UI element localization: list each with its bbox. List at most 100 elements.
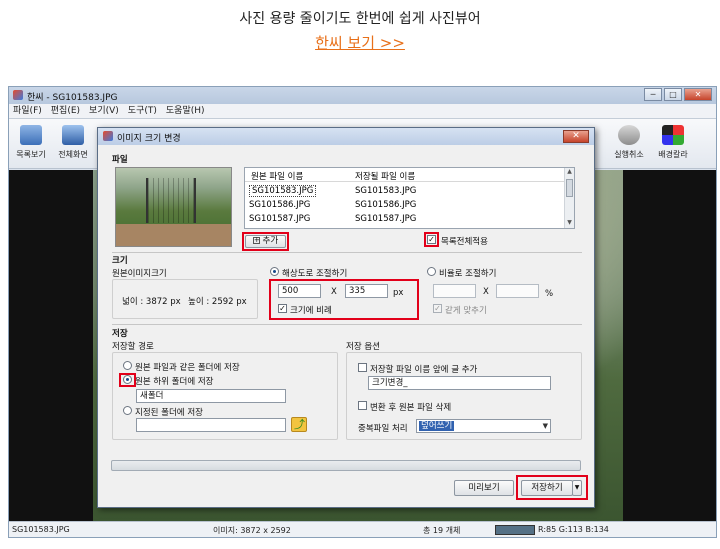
tool-list-view[interactable]: 목록보기 [11, 125, 51, 160]
menu-tools[interactable]: 도구(T) [128, 104, 157, 118]
window-controls: ─ □ ✕ [644, 88, 712, 101]
batting-cage [146, 178, 196, 223]
color-swatch [495, 525, 535, 535]
folder-browse-icon[interactable] [291, 416, 307, 432]
list-item[interactable]: SG101587.JPG SG101587.JPG [245, 213, 565, 226]
promo-link[interactable]: 한씨 보기 >> [0, 32, 720, 53]
dialog-close-button[interactable]: ✕ [563, 130, 589, 143]
tool-fullscreen-label: 전체화면 [58, 150, 88, 159]
app-title: 한씨 - SG101583.JPG [27, 93, 118, 103]
ratio-width-input[interactable] [433, 284, 476, 298]
keep-ratio-checkbox[interactable]: ✓ [278, 304, 287, 313]
file-list-scrollbar[interactable]: ▲ ▼ [564, 168, 574, 228]
list-item[interactable]: SG101586.JPG SG101586.JPG [245, 199, 565, 212]
tool-bg-color[interactable]: 배경칼라 [653, 125, 693, 160]
same-fit-label: 같게 맞추기 [445, 306, 487, 316]
scroll-thumb[interactable] [566, 179, 573, 197]
original-size-label: 원본이미지크기 [112, 269, 167, 279]
apply-all-checkbox[interactable]: ✓ [427, 235, 436, 244]
undo-icon [618, 125, 640, 145]
divider [112, 252, 582, 253]
close-button[interactable]: ✕ [684, 88, 712, 101]
px-unit: px [393, 288, 404, 298]
menu-edit[interactable]: 편집(E) [51, 104, 80, 118]
scroll-up-icon[interactable]: ▲ [565, 168, 574, 175]
add-button[interactable]: + 추가 [245, 235, 286, 248]
tool-bg-color-label: 배경칼라 [658, 150, 688, 159]
file-original: SG101587.JPG [249, 214, 311, 224]
height-input[interactable]: 335 [345, 284, 388, 298]
promo-title: 사진 용량 줄이기도 한번에 쉽게 사진뷰어 [239, 11, 481, 27]
bg-color-icon [662, 125, 684, 145]
tool-undo[interactable]: 실행취소 [609, 125, 649, 160]
file-saved: SG101587.JPG [355, 214, 417, 224]
by-ratio-label: 비율로 조절하기 [439, 269, 497, 279]
save-options-label: 저장 옵션 [346, 342, 380, 352]
resolution-x-sep: X [331, 287, 337, 297]
minimize-button[interactable]: ─ [644, 88, 662, 101]
prefix-checkbox[interactable] [358, 363, 367, 372]
status-filename: SG101583.JPG [12, 525, 70, 534]
file-list[interactable]: 원본 파일 이름 저장될 파일 이름 SG101583.JPG SG101583… [244, 167, 575, 229]
dialog-title: 이미지 크기 변경 [117, 134, 181, 144]
status-count: 총 19 개체 [423, 526, 461, 535]
col-saved[interactable]: 저장될 파일 이름 [355, 170, 415, 182]
save-section-title: 저장 [112, 329, 128, 339]
percent-unit: % [545, 289, 554, 299]
specified-folder-radio[interactable] [123, 406, 132, 415]
file-list-header: 원본 파일 이름 저장될 파일 이름 [245, 168, 565, 182]
scroll-down-icon[interactable]: ▼ [565, 219, 574, 226]
status-rgb: R:85 G:113 B:134 [538, 525, 609, 534]
width-input[interactable]: 500 [278, 284, 321, 298]
file-saved: SG101586.JPG [355, 200, 417, 210]
tool-list-view-label: 목록보기 [16, 150, 46, 159]
status-image-size: 이미지: 3872 x 2592 [213, 526, 291, 535]
apply-all-label: 목록전체적용 [441, 237, 488, 247]
chevron-down-icon: ▼ [542, 422, 548, 430]
tool-undo-label: 실행취소 [614, 150, 644, 159]
progress-bar [111, 460, 581, 471]
list-item[interactable]: SG101583.JPG SG101583.JPG [245, 185, 565, 198]
save-dropdown-button[interactable]: ▼ [572, 480, 582, 496]
col-original[interactable]: 원본 파일 이름 [251, 170, 303, 182]
duplicate-select[interactable]: 덮어쓰기 ▼ [416, 419, 551, 433]
by-resolution-label: 해상도로 조절하기 [282, 269, 348, 279]
by-resolution-radio[interactable] [270, 267, 279, 276]
save-path-label: 저장할 경로 [112, 342, 154, 352]
keep-ratio-label: 크기에 비례 [290, 306, 332, 316]
original-width: 넓이 : 3872 px [122, 297, 181, 307]
same-folder-radio[interactable] [123, 361, 132, 370]
dialog-app-icon [103, 131, 113, 141]
delete-original-label: 변환 후 원본 파일 삭제 [370, 403, 452, 413]
menu-file[interactable]: 파일(F) [13, 104, 42, 118]
plus-icon: + [252, 236, 260, 244]
menubar: 파일(F) 편집(E) 보기(V) 도구(T) 도움말(H) [9, 104, 716, 119]
preview-thumbnail [115, 167, 232, 247]
specified-folder-label: 지정된 폴더에 저장 [135, 408, 203, 418]
divider [112, 324, 582, 325]
file-original: SG101583.JPG [249, 185, 317, 197]
sub-folder-radio[interactable] [123, 375, 132, 384]
same-fit-checkbox[interactable]: ✓ [433, 304, 442, 313]
duplicate-label: 중복파일 처리 [358, 424, 408, 434]
specified-folder-input[interactable] [136, 418, 286, 432]
add-button-label: 추가 [262, 236, 279, 246]
prefix-input[interactable]: 크기변경_ [368, 376, 551, 390]
by-ratio-radio[interactable] [427, 267, 436, 276]
resize-dialog: 이미지 크기 변경 ✕ 파일 원본 파일 이름 저장될 파일 이름 SG1015… [97, 127, 595, 508]
ratio-height-input[interactable] [496, 284, 539, 298]
save-button[interactable]: 저장하기 [521, 480, 573, 496]
same-folder-label: 원본 파일과 같은 폴더에 저장 [135, 363, 240, 373]
list-view-icon [20, 125, 42, 145]
preview-button[interactable]: 미리보기 [454, 480, 514, 496]
sub-folder-input[interactable]: 새폴더 [136, 389, 286, 403]
original-height: 높이 : 2592 px [188, 297, 247, 307]
menu-view[interactable]: 보기(V) [89, 104, 119, 118]
delete-original-checkbox[interactable] [358, 401, 367, 410]
menu-help[interactable]: 도움말(H) [166, 104, 205, 118]
prefix-label: 저장할 파일 이름 앞에 글 추가 [370, 365, 478, 375]
file-saved: SG101583.JPG [355, 186, 417, 196]
maximize-button[interactable]: □ [664, 88, 682, 101]
fullscreen-icon [62, 125, 84, 145]
tool-fullscreen[interactable]: 전체화면 [53, 125, 93, 160]
